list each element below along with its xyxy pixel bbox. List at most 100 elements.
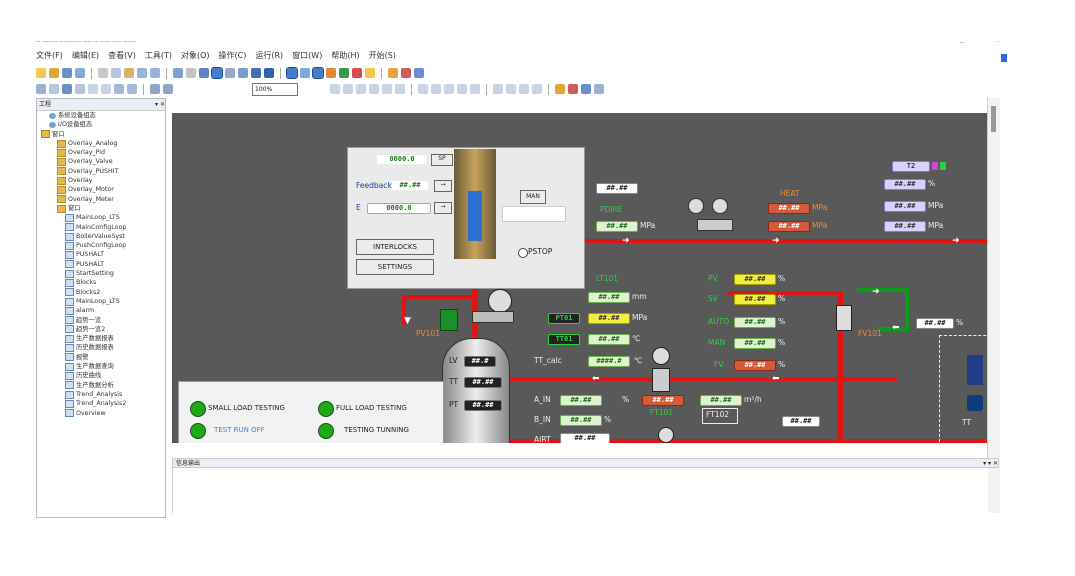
interlocks-button[interactable]: INTERLOCKS — [356, 239, 434, 255]
settings-button[interactable]: SETTINGS — [356, 259, 434, 275]
trend-icon[interactable] — [251, 68, 261, 78]
line-icon[interactable] — [186, 68, 196, 78]
tree-item[interactable]: Overlay_Motor — [37, 185, 165, 195]
align-right-icon[interactable] — [356, 84, 366, 94]
tree-item[interactable]: Overlay_Pid — [37, 148, 165, 157]
paste-icon[interactable] — [124, 68, 134, 78]
menu-window[interactable]: 窗口(W) — [292, 50, 322, 64]
tree-item[interactable]: Overlay — [37, 176, 165, 185]
same-width-icon[interactable] — [418, 84, 428, 94]
menu-edit[interactable]: 编辑(E) — [72, 50, 99, 64]
pointer-icon[interactable] — [36, 84, 46, 94]
save-icon[interactable] — [62, 68, 72, 78]
panel-pin-close-icon[interactable]: ▾ ✕ — [155, 99, 165, 110]
line-color-icon[interactable] — [568, 84, 578, 94]
tree-item[interactable]: MainLoop_LTS — [37, 213, 165, 222]
lock-icon[interactable] — [532, 84, 542, 94]
save-all-icon[interactable] — [75, 68, 85, 78]
small-load-led-icon[interactable] — [190, 401, 206, 417]
debug-icon[interactable] — [365, 68, 375, 78]
close-icon[interactable]: · — [997, 38, 999, 46]
tree-item[interactable]: PUSHALT — [37, 250, 165, 260]
minimize-icon[interactable]: – — [960, 38, 964, 46]
tree-item[interactable]: I/O设备组态 — [37, 120, 165, 129]
tree-item[interactable]: 系统设备组态 — [37, 111, 165, 120]
select-icon[interactable] — [173, 68, 183, 78]
center-h-icon[interactable] — [506, 84, 516, 94]
tree-item[interactable]: Trend_Analysis — [37, 390, 165, 399]
menu-file[interactable]: 文件(F) — [36, 50, 63, 64]
tree-item[interactable]: alarm — [37, 306, 165, 315]
stop-icon[interactable] — [352, 68, 362, 78]
tree-item[interactable]: StartSetting — [37, 269, 165, 278]
canvas-vertical-scrollbar[interactable] — [987, 98, 1000, 513]
group-icon[interactable] — [62, 84, 72, 94]
align-left-icon[interactable] — [330, 84, 340, 94]
properties-icon[interactable] — [594, 84, 604, 94]
align-top-icon[interactable] — [369, 84, 379, 94]
pstop-radio[interactable] — [518, 248, 528, 258]
menu-start[interactable]: 开始(S) — [369, 50, 396, 64]
new-icon[interactable] — [36, 68, 46, 78]
same-size-icon[interactable] — [444, 84, 454, 94]
tree-item[interactable]: Overlay_Valve — [37, 157, 165, 167]
test-run-off-led-icon[interactable] — [190, 423, 206, 439]
tree-item[interactable]: PushConfigLoop — [37, 241, 165, 250]
grid-icon[interactable] — [286, 67, 298, 79]
tree-item[interactable]: BoilerValueSyst — [37, 232, 165, 241]
text-icon[interactable] — [211, 67, 223, 79]
tree-item[interactable]: Trend_Analysis2 — [37, 399, 165, 408]
zoom-out-icon[interactable] — [163, 84, 173, 94]
tree-item[interactable]: 报警 — [37, 353, 165, 362]
tree-item[interactable]: 窗口 — [37, 130, 165, 139]
faceplate-sp-button[interactable]: SP — [431, 154, 453, 166]
tree-item[interactable]: MainConfigLoop — [37, 223, 165, 232]
space-v-icon[interactable] — [470, 84, 480, 94]
tree-item[interactable]: Blocks — [37, 278, 165, 287]
tree-item[interactable]: 历史曲线 — [37, 371, 165, 380]
tree-item[interactable]: Blocks2 — [37, 288, 165, 297]
output-panel-controls-icon[interactable]: ▾ ▾ ✕ — [983, 459, 998, 467]
tree-item[interactable]: 趋势一览 — [37, 316, 165, 325]
tree-item[interactable]: 趋势一览2 — [37, 325, 165, 334]
monitor-icon[interactable] — [414, 68, 424, 78]
palette-icon[interactable] — [326, 68, 336, 78]
move-icon[interactable] — [49, 84, 59, 94]
distribute-icon[interactable] — [493, 84, 503, 94]
font-color-icon[interactable] — [581, 84, 591, 94]
tree-item[interactable]: Overlay_Meter — [37, 195, 165, 204]
align-center-icon[interactable] — [343, 84, 353, 94]
auto-manual-button[interactable]: MAN — [520, 190, 546, 204]
tree-item[interactable]: Overlay_Analog — [37, 139, 165, 148]
tree-item[interactable]: Overlay_PUSHIT — [37, 167, 165, 176]
menu-run[interactable]: 运行(R) — [255, 50, 283, 64]
image-icon[interactable] — [225, 68, 235, 78]
hmi-canvas[interactable]: ➜ ➜ ➜ ⬅ ⬅ ➜ ⬅ ▼ TT 0000.0 SP Feedback ##… — [172, 113, 987, 443]
redo-icon[interactable] — [150, 68, 160, 78]
copy-icon[interactable] — [111, 68, 121, 78]
tree-item[interactable]: 生产数据查询 — [37, 362, 165, 371]
tree-item[interactable]: 历史数据报表 — [37, 343, 165, 353]
center-v-icon[interactable] — [519, 84, 529, 94]
menu-help[interactable]: 帮助(H) — [331, 50, 359, 64]
align-icon[interactable] — [300, 68, 310, 78]
same-height-icon[interactable] — [431, 84, 441, 94]
e-arrow-button[interactable]: → — [434, 202, 452, 214]
tree-item[interactable]: 生产数据报表 — [37, 334, 165, 343]
layer-icon[interactable] — [312, 67, 324, 79]
cut-icon[interactable] — [98, 68, 108, 78]
scrollbar-thumb[interactable] — [991, 106, 996, 132]
testing-tunning-led-icon[interactable] — [318, 423, 334, 439]
flip-icon[interactable] — [127, 84, 137, 94]
fill-color-icon[interactable] — [555, 84, 565, 94]
back-icon[interactable] — [101, 84, 111, 94]
undo-icon[interactable] — [137, 68, 147, 78]
open-icon[interactable] — [49, 68, 59, 78]
full-load-led-icon[interactable] — [318, 401, 334, 417]
faceplate-input-field[interactable] — [502, 206, 566, 222]
table-icon[interactable] — [264, 68, 274, 78]
menu-operate[interactable]: 操作(C) — [219, 50, 247, 64]
tree-item[interactable]: MainLoop_LTS — [37, 297, 165, 306]
tree-item[interactable]: Overview — [37, 409, 165, 418]
zoom-select[interactable]: 100% — [252, 83, 298, 96]
